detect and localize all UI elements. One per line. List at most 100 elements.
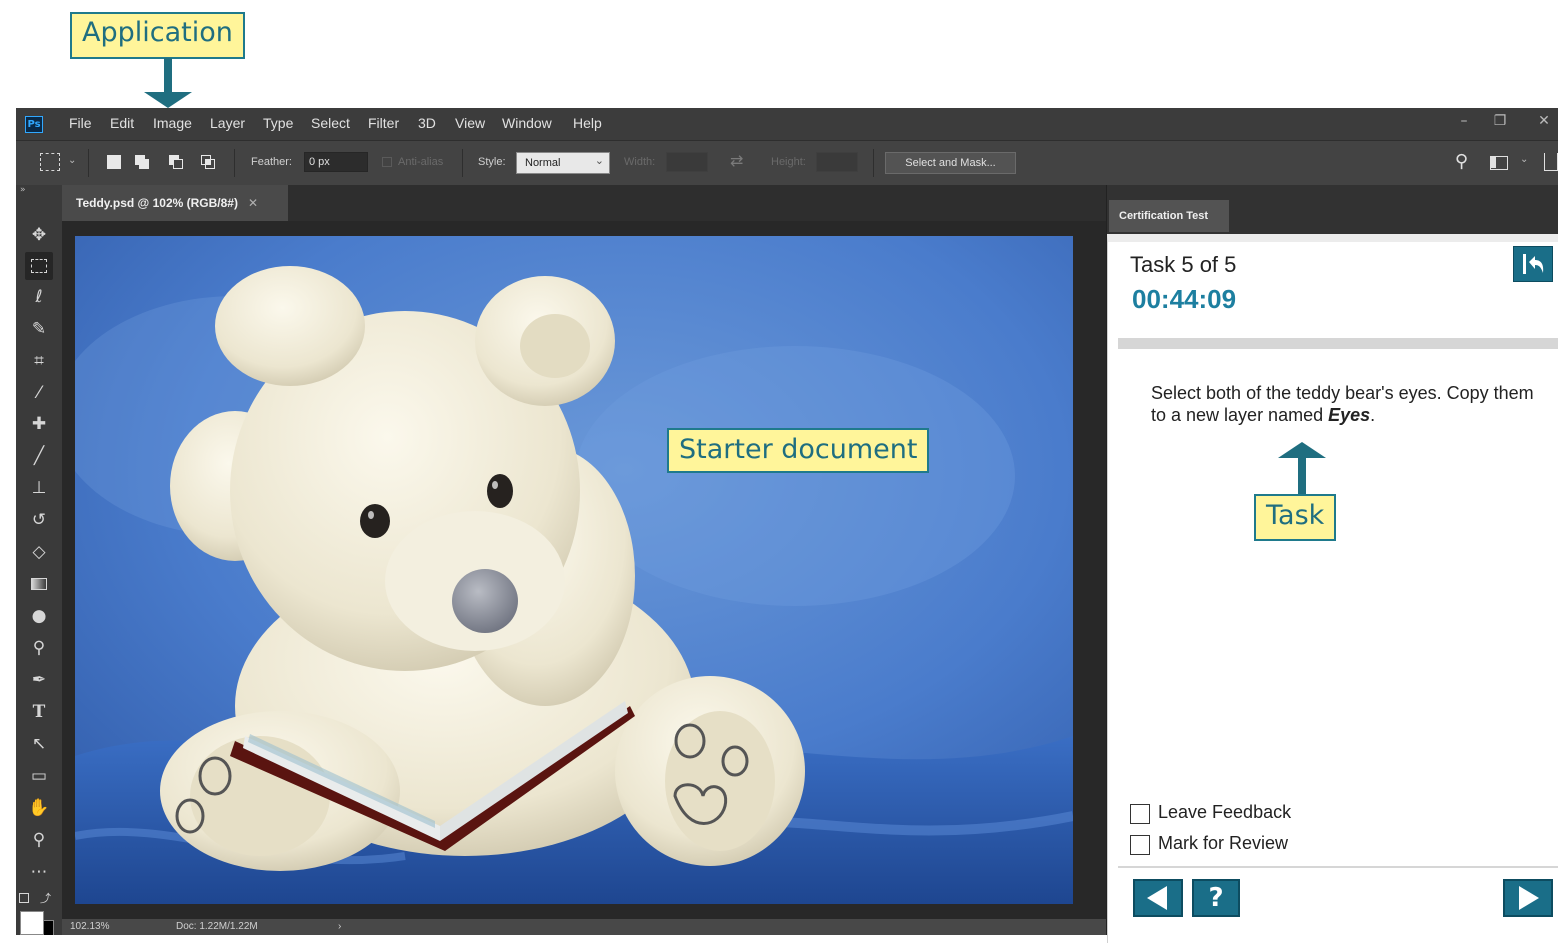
leave-feedback-option[interactable]: Leave Feedback [1130, 802, 1350, 826]
zoom-level[interactable]: 102.13% [70, 921, 109, 932]
menu-help[interactable]: Help [573, 115, 602, 131]
application-callout-label: Application [82, 17, 233, 48]
hand-tool-icon[interactable]: ✋ [25, 794, 53, 822]
share-icon[interactable] [1544, 153, 1558, 171]
task-counter: Task 5 of 5 [1130, 252, 1237, 277]
chevron-down-icon[interactable]: ⌄ [1520, 154, 1528, 165]
more-tools-icon[interactable]: ⋯ [25, 858, 53, 886]
height-label: Height: [771, 156, 806, 168]
divider [234, 149, 235, 177]
menu-view[interactable]: View [455, 115, 485, 131]
chevron-down-icon[interactable]: ⌄ [68, 155, 76, 166]
expand-panel-icon[interactable]: » [20, 185, 26, 195]
lasso-tool-icon[interactable]: ℓ [25, 283, 53, 311]
search-icon[interactable]: ⚲ [1455, 151, 1468, 172]
history-brush-tool-icon[interactable]: ↺ [25, 506, 53, 534]
task-instruction: Select both of the teddy bear's eyes. Co… [1151, 382, 1546, 426]
starter-document-callout: Starter document [667, 428, 930, 473]
antialias-checkbox[interactable] [382, 157, 392, 167]
eraser-tool-icon[interactable]: ◇ [25, 538, 53, 566]
default-colors-icon[interactable]: ⤴ [40, 890, 51, 906]
menu-window[interactable]: Window [502, 115, 552, 131]
select-and-mask-button[interactable]: Select and Mask... [885, 152, 1016, 174]
feather-input[interactable]: 0 px [304, 152, 368, 172]
application-callout-arrow [164, 58, 172, 92]
marquee-preset-icon[interactable] [40, 153, 60, 171]
tab-certification-test[interactable]: Certification Test [1109, 200, 1229, 232]
zoom-tool-icon[interactable]: ⚲ [25, 826, 53, 854]
task-callout: Task [1254, 494, 1337, 541]
photoshop-logo-icon: Ps [25, 116, 43, 133]
swap-icon[interactable]: ⇄ [730, 151, 743, 170]
menu-edit[interactable]: Edit [110, 115, 134, 131]
blur-tool-icon[interactable]: ● [25, 602, 53, 630]
divider [1118, 866, 1558, 868]
brush-tool-icon[interactable]: ╱ [25, 442, 53, 470]
style-select[interactable]: Normal ⌄ [516, 152, 610, 174]
height-input[interactable] [816, 152, 858, 172]
new-selection-icon[interactable] [107, 155, 121, 169]
application-callout: Application [70, 12, 245, 59]
close-icon[interactable]: ✕ [1530, 110, 1558, 132]
feather-label: Feather: [251, 156, 292, 168]
quick-selection-tool-icon[interactable]: ✎ [25, 315, 53, 343]
chevron-right-icon[interactable]: › [338, 921, 341, 932]
menu-type[interactable]: Type [263, 115, 293, 131]
previous-button[interactable] [1133, 879, 1183, 917]
crop-tool-icon[interactable]: ⌗ [25, 347, 53, 375]
foreground-color-swatch[interactable] [20, 911, 44, 935]
application-callout-arrowhead [144, 92, 192, 108]
next-button[interactable] [1503, 879, 1553, 917]
menu-layer[interactable]: Layer [210, 115, 245, 131]
type-tool-icon[interactable]: T [25, 698, 53, 726]
certification-panel: Task 5 of 5 00:44:09 Select both of the … [1107, 234, 1558, 943]
path-selection-tool-icon[interactable]: ↖ [25, 730, 53, 758]
menu-select[interactable]: Select [311, 115, 350, 131]
menu-filter[interactable]: Filter [368, 115, 399, 131]
task-callout-arrow [1298, 456, 1306, 494]
pen-tool-icon[interactable]: ✒ [25, 666, 53, 694]
leave-feedback-label: Leave Feedback [1158, 802, 1292, 822]
move-tool-icon[interactable]: ✥ [25, 221, 53, 249]
document-tab-bar: Teddy.psd @ 102% (RGB/8#) ✕ [62, 185, 1106, 221]
leave-feedback-checkbox[interactable] [1130, 804, 1150, 824]
task-instruction-suffix: . [1370, 405, 1376, 425]
marquee-tool-icon[interactable] [25, 252, 53, 280]
swap-colors-icon[interactable] [19, 893, 29, 903]
subtract-selection-icon[interactable] [169, 155, 183, 169]
workspace-icon[interactable] [1490, 156, 1508, 170]
mark-review-label: Mark for Review [1158, 833, 1289, 853]
healing-brush-tool-icon[interactable]: ✚ [25, 410, 53, 438]
menu-3d[interactable]: 3D [418, 115, 436, 131]
starter-document-image[interactable] [75, 236, 1073, 904]
menu-image[interactable]: Image [153, 115, 192, 131]
reset-icon [1523, 254, 1544, 274]
divider [1118, 338, 1558, 349]
menu-file[interactable]: File [69, 115, 92, 131]
eyedropper-tool-icon[interactable]: ⁄ [25, 379, 53, 407]
help-icon: ? [1208, 883, 1224, 913]
restore-icon[interactable]: ❐ [1486, 110, 1514, 132]
status-bar: 102.13% Doc: 1.22M/1.22M › [62, 919, 1106, 935]
dodge-tool-icon[interactable]: ⚲ [25, 634, 53, 662]
minimize-icon[interactable]: – [1450, 110, 1478, 132]
doc-size: Doc: 1.22M/1.22M [176, 921, 258, 932]
gradient-tool-icon[interactable] [25, 570, 53, 598]
close-tab-icon[interactable]: ✕ [248, 196, 258, 210]
tools-panel: » ✥ ℓ ✎ ⌗ ⁄ ✚ ╱ ⊥ ↺ ◇ ● ⚲ ✒ T ↖ ▭ ✋ ⚲ ⋯ … [16, 185, 63, 935]
reset-button[interactable] [1513, 246, 1553, 282]
style-label: Style: [478, 156, 506, 168]
divider [873, 149, 874, 177]
clone-stamp-tool-icon[interactable]: ⊥ [25, 474, 53, 502]
starter-document-callout-label: Starter document [679, 434, 918, 465]
rectangle-tool-icon[interactable]: ▭ [25, 762, 53, 790]
canvas-area[interactable]: Starter document [62, 221, 1106, 919]
width-input[interactable] [666, 152, 708, 172]
add-selection-icon[interactable] [135, 155, 149, 169]
mark-review-checkbox[interactable] [1130, 835, 1150, 855]
task-instruction-emphasis: Eyes [1328, 405, 1371, 425]
document-tab[interactable]: Teddy.psd @ 102% (RGB/8#) ✕ [62, 185, 288, 221]
intersect-selection-icon[interactable] [201, 155, 215, 169]
help-button[interactable]: ? [1192, 879, 1240, 917]
mark-review-option[interactable]: Mark for Review [1130, 833, 1350, 857]
